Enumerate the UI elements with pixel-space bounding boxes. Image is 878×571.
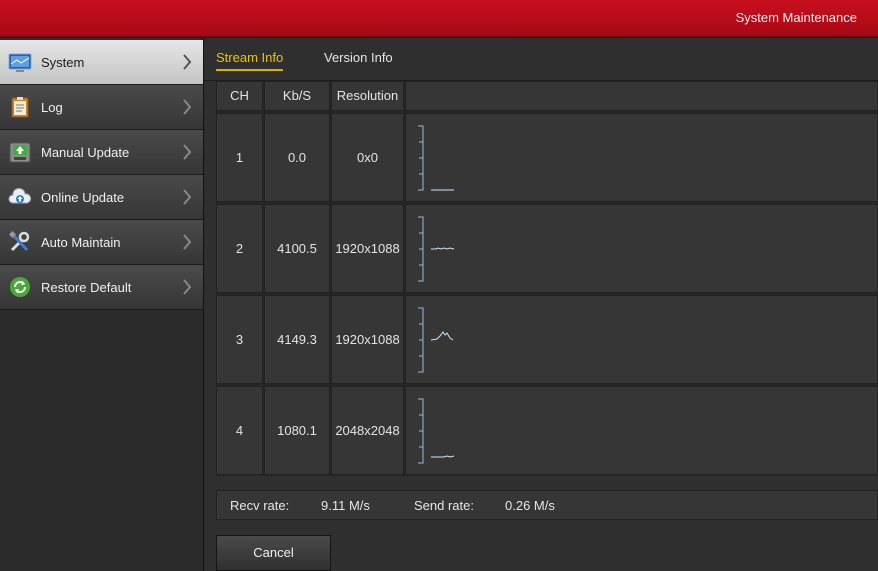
- sidebar-item-label: System: [41, 55, 85, 70]
- stream-table: CH Kb/S Resolution 1 0.0 0x0 2 4100.5 19…: [216, 81, 878, 476]
- sidebar-item-online-update[interactable]: Online Update: [0, 175, 203, 220]
- bitrate-graph: [405, 204, 878, 293]
- sidebar-item-system[interactable]: System: [0, 40, 203, 85]
- tab-stream-info[interactable]: Stream Info: [216, 50, 284, 71]
- cell-ch: 1: [216, 113, 263, 202]
- cell-ch: 3: [216, 295, 263, 384]
- sidebar-item-label: Auto Maintain: [41, 235, 121, 250]
- tab-version-info[interactable]: Version Info: [324, 50, 393, 65]
- sidebar-item-label: Manual Update: [41, 145, 130, 160]
- cell-kbs: 0.0: [264, 113, 330, 202]
- cell-ch: 2: [216, 204, 263, 293]
- tools-icon: [8, 231, 30, 252]
- recv-rate-value: 9.11 M/s: [321, 498, 370, 513]
- column-header-kbs: Kb/S: [264, 81, 330, 111]
- tab-label: Stream Info: [216, 50, 284, 65]
- cell-ch: 4: [216, 386, 263, 475]
- sidebar-item-log[interactable]: Log: [0, 85, 203, 130]
- column-header-graph: [405, 81, 878, 111]
- sidebar-item-label: Online Update: [41, 190, 125, 205]
- bitrate-graph: [405, 386, 878, 475]
- sparkline: [418, 398, 455, 464]
- sidebar-item-restore-default[interactable]: Restore Default: [0, 265, 203, 310]
- column-header-resolution: Resolution: [331, 81, 404, 111]
- main-panel: Stream Info Version Info CH Kb/S Resolut…: [204, 38, 878, 571]
- page-title: System Maintenance: [735, 10, 857, 25]
- sparkline: [418, 307, 454, 373]
- cell-resolution: 1920x1088: [331, 204, 404, 293]
- bitrate-graph: [405, 295, 878, 384]
- upload-disk-icon: [9, 142, 31, 163]
- clipboard-icon: [11, 97, 29, 118]
- chevron-right-icon: [183, 189, 192, 205]
- monitor-icon: [8, 53, 32, 72]
- cloud-upload-icon: [8, 188, 32, 204]
- chevron-right-icon: [183, 99, 192, 115]
- sidebar-item-manual-update[interactable]: Manual Update: [0, 130, 203, 175]
- cell-kbs: 1080.1: [264, 386, 330, 475]
- sparkline: [418, 216, 455, 282]
- send-rate-value: 0.26 M/s: [505, 498, 555, 513]
- chevron-right-icon: [183, 144, 192, 160]
- chevron-right-icon: [183, 54, 192, 70]
- cell-resolution: 2048x2048: [331, 386, 404, 475]
- column-header-ch: CH: [216, 81, 263, 111]
- send-rate-label: Send rate:: [414, 498, 474, 513]
- cancel-button[interactable]: Cancel: [216, 535, 331, 571]
- cell-resolution: 1920x1088: [331, 295, 404, 384]
- recv-rate-label: Recv rate:: [230, 498, 290, 513]
- top-bar: System Maintenance: [0, 0, 878, 38]
- sidebar-item-auto-maintain[interactable]: Auto Maintain: [0, 220, 203, 265]
- bitrate-graph: [405, 113, 878, 202]
- sidebar-item-label: Restore Default: [41, 280, 132, 295]
- chevron-right-icon: [183, 234, 192, 250]
- rate-bar: Recv rate: 9.11 M/s Send rate: 0.26 M/s: [216, 490, 878, 520]
- tab-label: Version Info: [324, 50, 393, 65]
- active-tab-underline: [216, 69, 284, 71]
- tab-bar: Stream Info Version Info: [204, 38, 878, 81]
- refresh-icon: [10, 277, 30, 297]
- chevron-right-icon: [183, 279, 192, 295]
- cell-resolution: 0x0: [331, 113, 404, 202]
- sidebar: System Log Manual Update Online Update A…: [0, 38, 204, 571]
- sparkline: [418, 125, 454, 191]
- sidebar-item-label: Log: [41, 100, 63, 115]
- cell-kbs: 4149.3: [264, 295, 330, 384]
- cell-kbs: 4100.5: [264, 204, 330, 293]
